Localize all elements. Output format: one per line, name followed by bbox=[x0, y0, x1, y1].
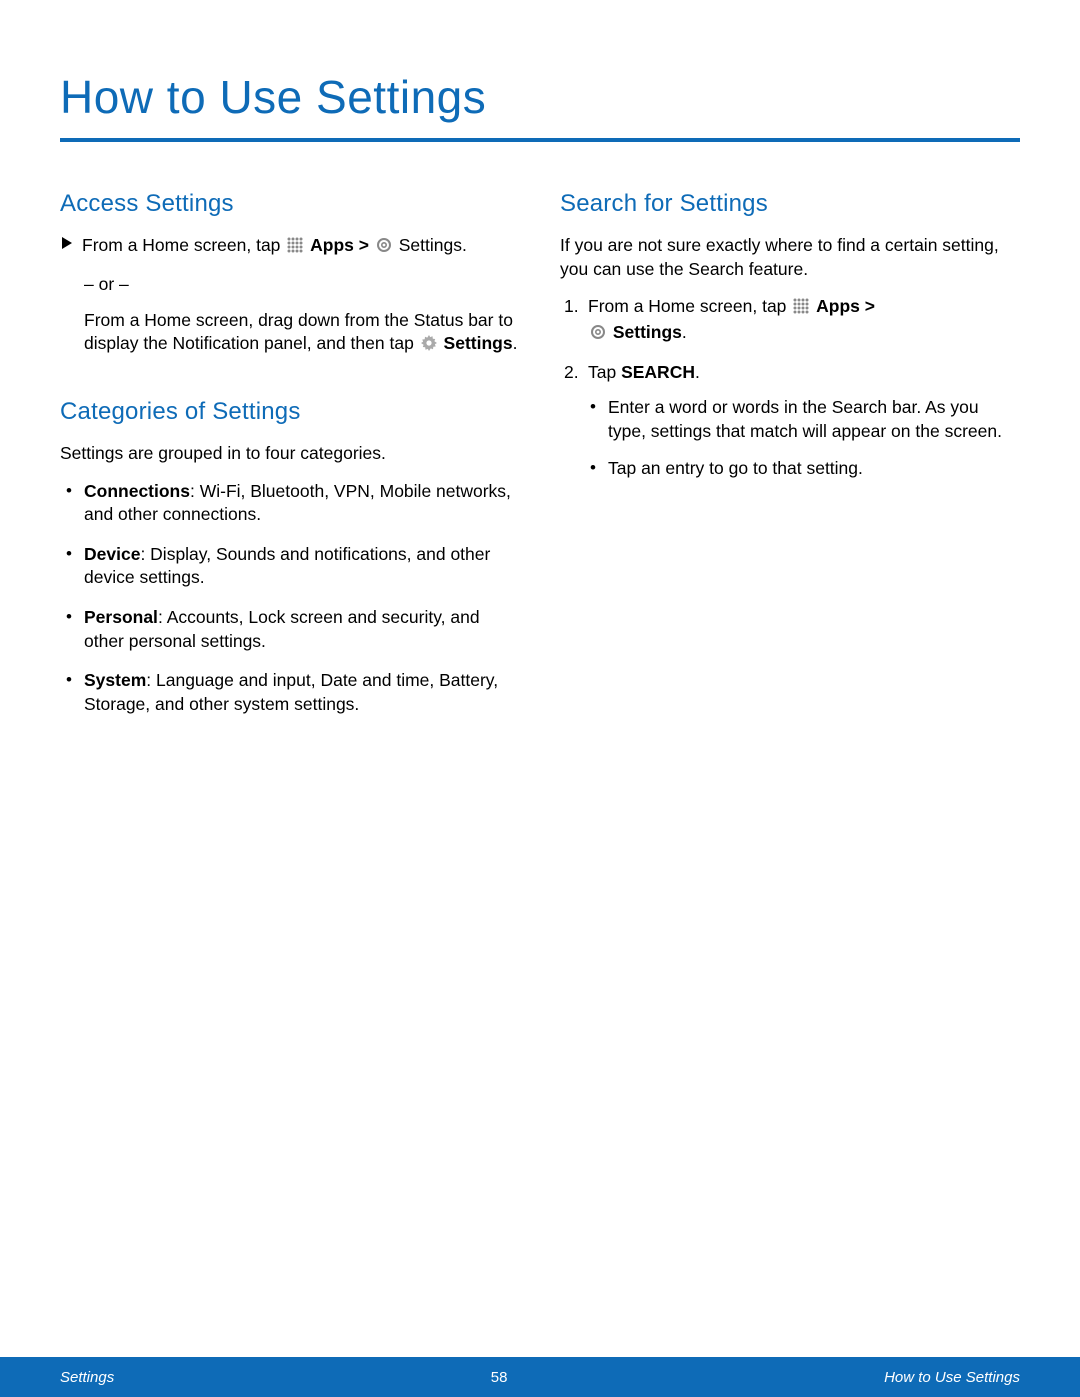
heading-categories: Categories of Settings bbox=[60, 398, 520, 426]
search-steps: From a Home screen, tap Apps > Settings.… bbox=[560, 295, 1020, 481]
search-bold-label: SEARCH bbox=[621, 362, 695, 382]
instruction-arrow-block: From a Home screen, tap Apps > Settings. bbox=[60, 234, 520, 260]
section-access-settings: Access Settings From a Home screen, tap … bbox=[60, 190, 520, 358]
search-intro: If you are not sure exactly where to fin… bbox=[560, 234, 1020, 281]
categories-intro: Settings are grouped in to four categori… bbox=[60, 442, 520, 466]
list-item: From a Home screen, tap Apps > Settings. bbox=[560, 295, 1020, 346]
apps-label: Apps > bbox=[816, 296, 875, 316]
category-label: Personal bbox=[84, 607, 158, 627]
footer-page-number: 58 bbox=[491, 1369, 508, 1386]
categories-list: Connections: Wi-Fi, Bluetooth, VPN, Mobi… bbox=[84, 480, 520, 717]
settings-bold-label: Settings bbox=[444, 333, 513, 353]
or-separator: – or – bbox=[84, 274, 520, 295]
list-item: System: Language and input, Date and tim… bbox=[84, 669, 520, 716]
section-categories: Categories of Settings Settings are grou… bbox=[60, 398, 520, 717]
play-icon bbox=[60, 234, 74, 258]
category-desc: : Display, Sounds and notifications, and… bbox=[84, 544, 490, 588]
section-search: Search for Settings If you are not sure … bbox=[560, 190, 1020, 481]
instruction-alt-text: From a Home screen, drag down from the S… bbox=[84, 309, 520, 358]
left-column: Access Settings From a Home screen, tap … bbox=[60, 190, 520, 757]
page: How to Use Settings Access Settings From… bbox=[0, 0, 1080, 1397]
heading-access-settings: Access Settings bbox=[60, 190, 520, 218]
apps-grid-icon bbox=[287, 236, 303, 260]
text-fragment: Tap bbox=[588, 362, 621, 382]
settings-bold-label: Settings bbox=[613, 322, 682, 342]
settings-ring-icon bbox=[376, 236, 392, 260]
page-title: How to Use Settings bbox=[60, 70, 1020, 142]
footer-right: How to Use Settings bbox=[884, 1369, 1020, 1386]
text-fragment: . bbox=[513, 333, 518, 353]
heading-search: Search for Settings bbox=[560, 190, 1020, 218]
list-item: Tap an entry to go to that setting. bbox=[608, 457, 1020, 481]
list-item: Personal: Accounts, Lock screen and secu… bbox=[84, 606, 520, 653]
category-desc: : Language and input, Date and time, Bat… bbox=[84, 670, 498, 714]
category-label: Connections bbox=[84, 481, 190, 501]
list-item: Enter a word or words in the Search bar.… bbox=[608, 396, 1020, 443]
text-fragment: From a Home screen, tap bbox=[82, 235, 285, 255]
list-item: Tap SEARCH. Enter a word or words in the… bbox=[560, 361, 1020, 482]
apps-grid-icon bbox=[793, 297, 809, 321]
gear-icon bbox=[421, 334, 437, 358]
page-footer: Settings 58 How to Use Settings bbox=[0, 1357, 1080, 1397]
search-substeps: Enter a word or words in the Search bar.… bbox=[608, 396, 1020, 481]
text-fragment: . bbox=[682, 322, 687, 342]
category-label: System bbox=[84, 670, 146, 690]
text-fragment: Settings. bbox=[399, 235, 467, 255]
text-fragment: . bbox=[695, 362, 700, 382]
text-fragment: From a Home screen, tap bbox=[588, 296, 791, 316]
instruction-text: From a Home screen, tap Apps > Settings. bbox=[82, 234, 467, 260]
list-item: Connections: Wi-Fi, Bluetooth, VPN, Mobi… bbox=[84, 480, 520, 527]
list-item: Device: Display, Sounds and notification… bbox=[84, 543, 520, 590]
settings-ring-icon bbox=[590, 323, 606, 347]
right-column: Search for Settings If you are not sure … bbox=[560, 190, 1020, 757]
content-columns: Access Settings From a Home screen, tap … bbox=[60, 190, 1020, 757]
footer-left: Settings bbox=[60, 1369, 114, 1386]
category-label: Device bbox=[84, 544, 140, 564]
apps-label: Apps > bbox=[310, 235, 374, 255]
